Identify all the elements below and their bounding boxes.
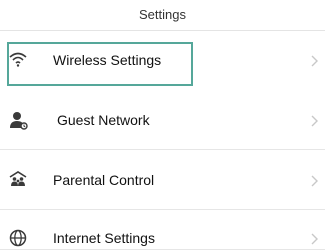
globe-icon bbox=[9, 229, 27, 247]
chevron-right-icon bbox=[311, 55, 318, 67]
menu-item-label: Wireless Settings bbox=[53, 52, 162, 68]
menu-item-guest-network[interactable]: Guest Network bbox=[0, 90, 325, 150]
settings-screen: Settings Wireless Settings Guest Network bbox=[0, 0, 325, 250]
chevron-right-icon bbox=[311, 175, 318, 187]
parental-control-icon bbox=[9, 171, 27, 186]
page-title: Settings bbox=[139, 6, 186, 22]
menu-item-label: Guest Network bbox=[57, 112, 150, 128]
chevron-right-icon bbox=[311, 115, 318, 127]
page-header: Settings bbox=[0, 0, 325, 31]
chevron-right-icon bbox=[311, 233, 318, 245]
wifi-icon bbox=[9, 52, 27, 67]
menu-item-wireless-settings[interactable]: Wireless Settings bbox=[0, 31, 325, 91]
menu-item-label: Internet Settings bbox=[53, 230, 155, 246]
menu-item-internet-settings[interactable]: Internet Settings bbox=[0, 210, 325, 250]
guest-user-icon bbox=[10, 112, 28, 130]
menu-item-parental-control[interactable]: Parental Control bbox=[0, 150, 325, 210]
menu-item-label: Parental Control bbox=[53, 172, 155, 188]
